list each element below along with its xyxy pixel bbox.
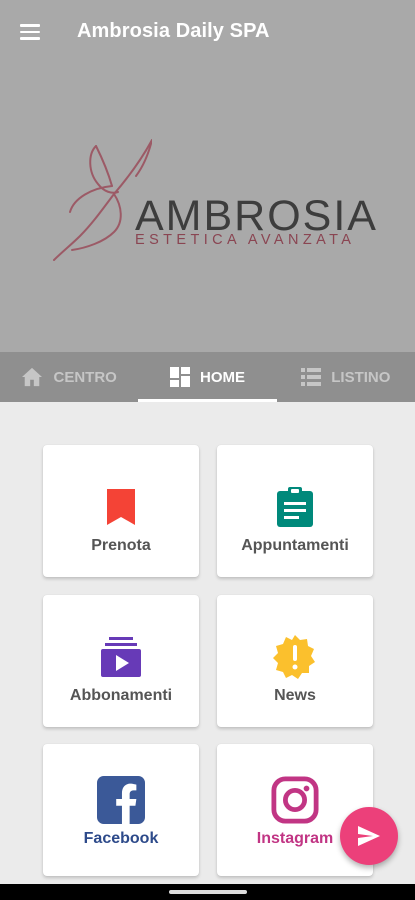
card-label: Appuntamenti [241,537,349,554]
system-navigation-bar [0,884,415,900]
news-button[interactable]: News [217,595,373,727]
news-badge-icon [271,633,319,681]
menu-icon[interactable] [14,16,46,48]
prenota-button[interactable]: Prenota [43,445,199,577]
home-gesture-handle[interactable] [169,890,247,894]
card-label: Abbonamenti [69,687,173,704]
instagram-icon [271,776,319,824]
logo-subtitle: ESTETICA AVANZATA [135,232,356,248]
tab-label: HOME [199,368,245,386]
tab-label: LISTINO [331,368,391,386]
list-icon [301,368,322,386]
header-banner: Ambrosia Daily SPA AMBROSIA ESTETICA AVA… [0,0,415,352]
facebook-icon [97,776,145,824]
facebook-button[interactable]: Facebook [43,744,199,876]
tab-listino[interactable]: LISTINO [277,352,415,402]
card-label: Instagram [256,830,334,847]
ambrosia-logo: AMBROSIA ESTETICA AVANZATA [52,132,376,272]
tab-home[interactable]: HOME [138,352,277,402]
tab-centro[interactable]: CENTRO [0,352,138,402]
home-icon [22,367,43,387]
card-label: News [274,687,316,704]
tab-label: CENTRO [53,368,117,386]
abbonamenti-button[interactable]: Abbonamenti [43,595,199,727]
app-title: Ambrosia Daily SPA [77,20,270,42]
clipboard-icon [271,483,319,531]
appuntamenti-button[interactable]: Appuntamenti [217,445,373,577]
send-icon [358,826,380,846]
card-label: Facebook [83,830,159,847]
subscriptions-icon [97,633,145,681]
dashboard-icon [169,367,190,387]
tab-bar: CENTRO HOME LISTINO [0,352,415,402]
bookmark-icon [97,483,145,531]
card-label: Prenota [91,537,151,554]
app-bar: Ambrosia Daily SPA [0,0,415,64]
send-fab-button[interactable] [340,807,398,865]
